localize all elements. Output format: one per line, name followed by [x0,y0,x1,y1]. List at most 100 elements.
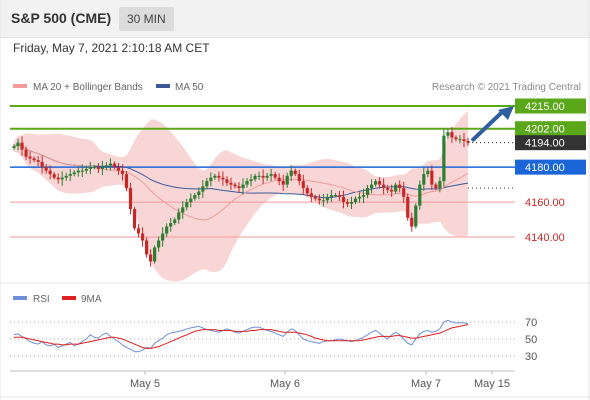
candle-body [165,226,169,234]
candle-body [64,175,68,178]
candle-body [112,163,117,168]
candle-body [209,177,213,182]
candle-body [241,184,245,189]
candle-body [68,174,72,176]
candle-body [28,156,32,159]
candle-body [116,167,121,171]
candle-body [173,219,177,224]
candle-body [305,188,309,194]
candle-body [60,177,64,180]
candle-body [20,142,24,150]
projection-arrow-shaft [470,109,505,143]
candle-body [249,179,253,182]
candle-body [394,184,398,192]
main-legend: MA 20 + Bollinger Bands MA 50 Research ©… [13,82,581,93]
candle-body [297,174,301,182]
candle-body [454,137,458,140]
candle-body [442,135,446,182]
candle-body [193,195,197,199]
candle-body [169,223,173,227]
x-tick-label: May 6 [270,378,300,390]
candle-body [245,181,249,185]
rsi-legend-label: RSI [33,294,50,305]
rsi-tick-70: 70 [525,317,537,329]
candle-body [197,191,201,196]
ma20-legend-label: MA 20 + Bollinger Bands [33,82,143,93]
candle-body [386,188,390,190]
candle-body [104,165,109,168]
level-tag-4202.00: 4202.00 [525,124,565,136]
ma50-legend-swatch [156,84,170,88]
candle-body [317,198,321,201]
candle-body [450,132,454,138]
candle-body [333,195,338,197]
x-tick-label: May 7 [411,378,441,390]
candle-body [229,182,233,185]
candle-body [189,198,193,203]
rsi-tick-50: 50 [525,334,537,346]
candle-body [108,163,113,166]
candle-body [96,167,100,169]
candle-body [140,233,145,241]
candle-body [80,170,84,172]
candle-body [422,174,426,185]
candle-body [426,170,430,175]
candle-body [181,207,185,213]
candle-body [136,228,141,234]
projection-arrow [468,106,515,189]
candle-body [257,175,261,177]
current-price-tag: 4194.00 [525,138,565,150]
candle-body [361,195,366,197]
candle-body [76,170,80,173]
candle-body [341,196,346,203]
x-axis: May 5 May 6 May 7 May 15 [10,370,515,390]
x-tick-label: May 15 [474,378,510,390]
candle-body [285,175,289,185]
candle-body [446,132,450,136]
candle-body [100,167,104,169]
price-tags: 4215.00 4202.00 4180.00 4160.00 4140.00 4194.… [515,98,586,244]
candle-body [48,170,52,175]
candle-body [44,167,48,171]
candle-body [84,168,88,171]
candle-body [357,196,362,199]
rsi-panel: 70 50 30 [10,317,537,363]
candle-body [120,170,125,175]
candle-body [277,177,281,182]
candle-body [88,167,92,169]
candle-body [149,254,153,262]
candle-body [325,196,329,201]
candle-body [373,181,378,185]
candle-body [301,181,305,189]
candle-body [273,174,277,178]
candle-body [261,175,265,178]
rsi-ma-legend-swatch [62,296,76,300]
price-chart: MA 20 + Bollinger Bands MA 50 Research ©… [0,0,590,400]
candle-body [265,175,269,178]
candle-body [329,195,333,197]
candle-body [337,195,342,197]
candle-body [414,205,418,227]
candle-body [289,170,293,176]
level-tag-4140.00: 4140.00 [525,232,565,244]
candle-body [353,198,358,203]
candle-body [253,175,257,180]
ma20-legend-swatch [13,84,27,88]
candle-body [269,174,273,176]
copyright-text: Research © 2021 Trading Central [432,82,581,93]
candle-body [217,175,221,178]
candle-body [177,212,181,220]
level-tag-4160.00: 4160.00 [525,197,565,209]
candle-body [281,181,285,185]
candle-body [418,184,422,206]
candle-body [398,184,402,189]
candle-body [144,240,149,255]
candle-body [213,175,217,178]
candle-body [52,174,56,178]
candle-body [221,177,225,180]
rsi-ma-legend-label: 9MA [81,294,102,305]
candle-body [185,202,189,208]
candle-body [233,184,237,187]
candle-body [321,200,325,202]
candle-body [124,174,129,189]
